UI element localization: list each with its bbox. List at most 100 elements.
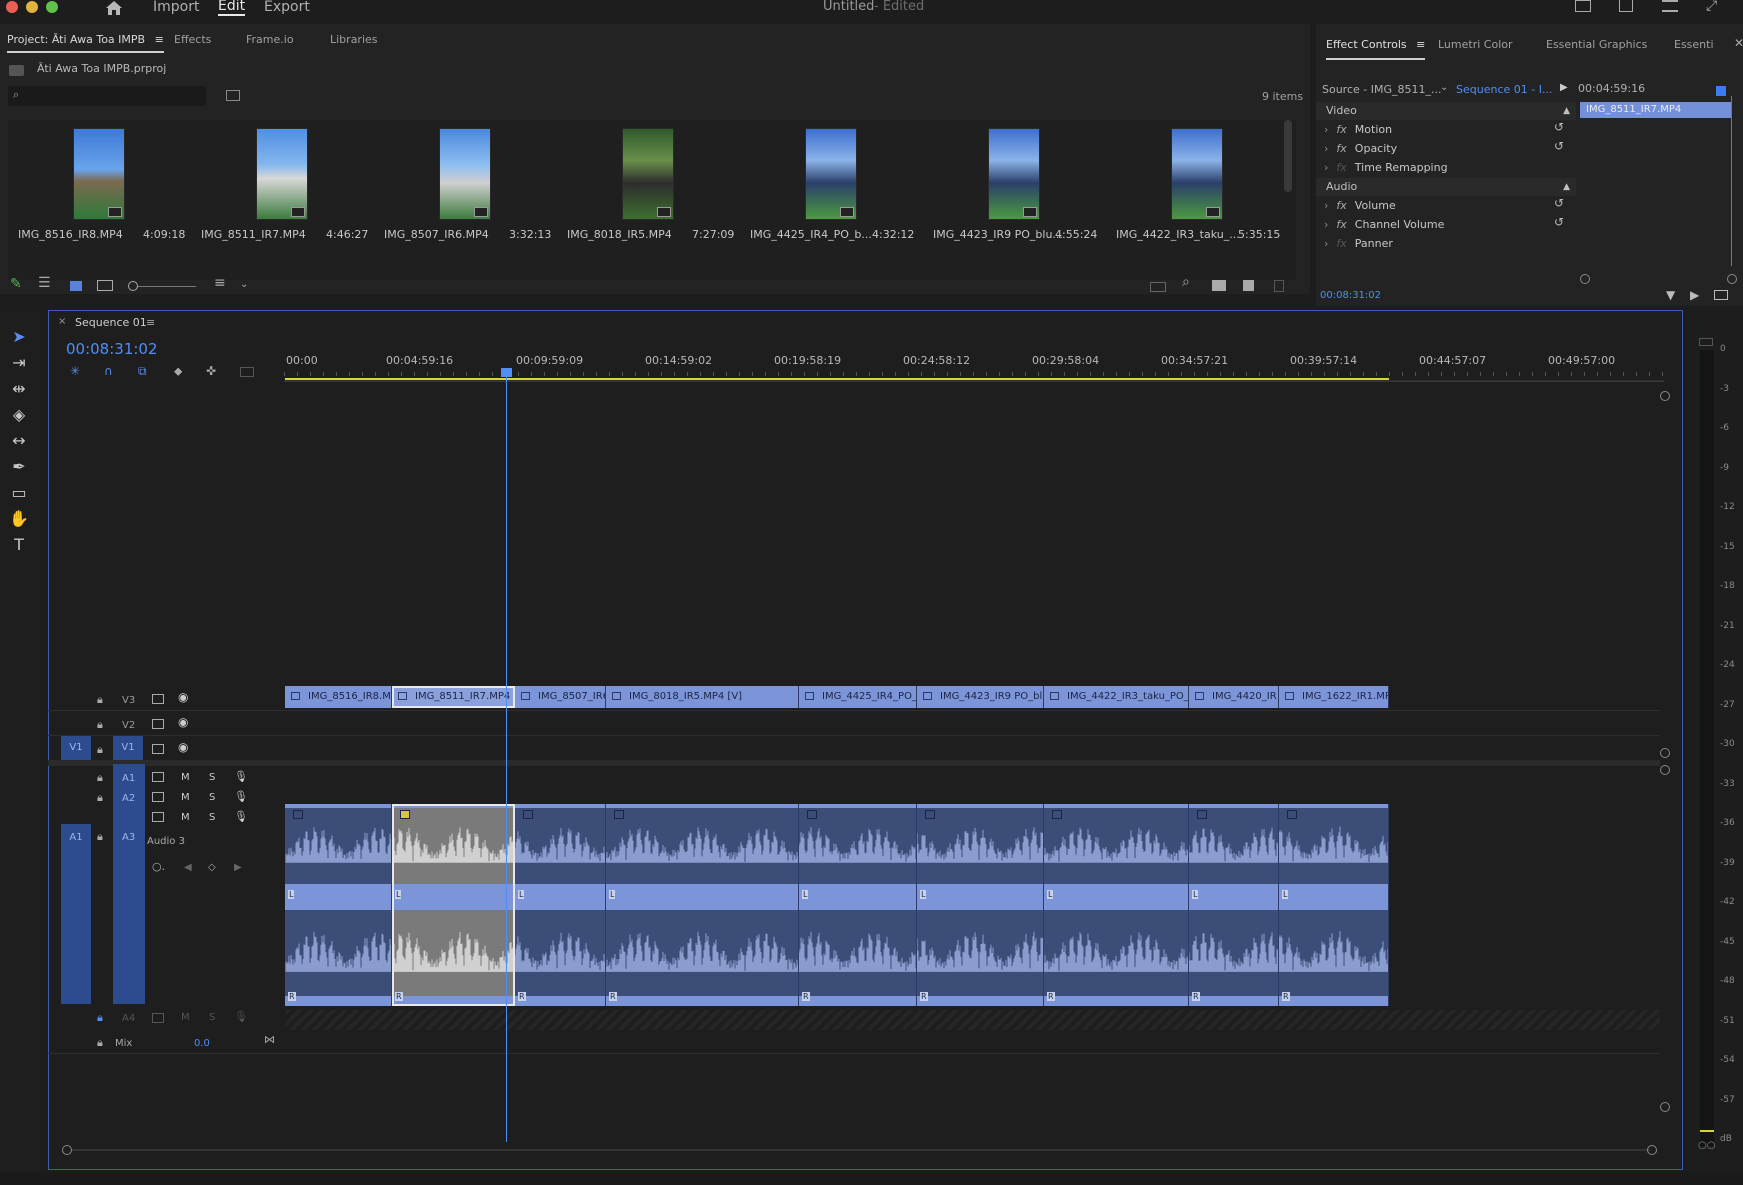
h-scroll-end[interactable] (1647, 1145, 1657, 1155)
video-clip[interactable]: IMG_8516_IR8.MP4 (285, 686, 392, 708)
snap-icon[interactable]: ∩ (104, 364, 113, 378)
minimize-window-button[interactable] (26, 1, 38, 13)
selection-tool-icon[interactable]: ➤ (8, 326, 30, 348)
close-icon[interactable]: ✕ (1734, 36, 1743, 50)
ec-zoom-start[interactable] (1580, 274, 1590, 284)
audio-clip[interactable]: LR (606, 804, 799, 1006)
media-item[interactable]: IMG_8511_IR7.MP4 4:46:27 (199, 128, 383, 268)
marker-icon[interactable]: ⬥ (174, 364, 182, 379)
panel-menu-icon[interactable]: ≡ (146, 316, 155, 329)
eye-icon[interactable]: ◉ (178, 715, 188, 729)
mute-button[interactable]: M (181, 772, 190, 783)
media-item[interactable]: IMG_8516_IR8.MP4 4:09:18 (16, 128, 200, 268)
video-clip[interactable]: IMG_1622_IR1.MP (1279, 686, 1389, 708)
playhead-timecode[interactable]: 00:08:31:02 (66, 340, 158, 358)
grid-scrollbar[interactable] (1284, 120, 1292, 192)
media-item[interactable]: IMG_8507_IR6.MP4 3:32:13 (382, 128, 566, 268)
track-a4-label[interactable]: A4 (122, 1013, 135, 1024)
playhead-handle[interactable] (501, 368, 512, 377)
chevron-right-icon[interactable]: › (1324, 123, 1328, 136)
play-icon[interactable]: ▶ (1560, 82, 1568, 93)
collapse-icon[interactable]: ▲ (1563, 178, 1570, 196)
edit-tab[interactable]: Edit (218, 0, 246, 16)
video-clip[interactable]: IMG_8507_IR6 (515, 686, 606, 708)
solo-button[interactable]: S (209, 792, 215, 803)
source-patch-a1[interactable]: A1 (61, 824, 91, 1004)
track-a1-label[interactable]: A1 (122, 773, 135, 784)
solo-button[interactable]: S (209, 772, 215, 783)
new-item-icon[interactable] (1243, 280, 1254, 291)
tab-project[interactable]: Project: Āti Awa Toa IMPB ≡ (7, 33, 164, 53)
lock-icon[interactable]: 🔒︎ (97, 1036, 103, 1050)
reset-icon[interactable]: ↺ (1554, 139, 1564, 153)
lock-icon[interactable]: 🔒︎ (97, 791, 103, 805)
eye-icon[interactable]: ◉ (178, 740, 188, 754)
rectangle-icon[interactable]: ▭ (8, 482, 30, 504)
fullscreen-icon[interactable]: ⤢ (1706, 0, 1717, 14)
microphone-icon[interactable]: 🎙︎ (234, 790, 248, 803)
ec-playhead[interactable] (1716, 86, 1726, 96)
export-frame-icon[interactable] (1714, 290, 1728, 300)
next-keyframe-icon[interactable]: ▶ (234, 862, 242, 873)
effect-time-remapping[interactable]: › fx Time Remapping (1324, 161, 1448, 174)
icon-view-icon[interactable] (70, 281, 82, 291)
pen-icon[interactable]: ✒ (8, 456, 30, 478)
ec-zoom-end[interactable] (1727, 274, 1737, 284)
new-bin-icon[interactable] (226, 90, 240, 101)
meter-mute-icon[interactable]: ○○ (1698, 1140, 1715, 1151)
type-tool-icon[interactable]: T (8, 534, 30, 556)
effect-volume[interactable]: › fx Volume (1324, 199, 1396, 212)
video-clip[interactable]: IMG_4423_IR9 PO_blu (917, 686, 1044, 708)
search-input[interactable]: ⌕ (8, 86, 206, 106)
ripple-edit-icon[interactable]: ⇹ (8, 378, 30, 400)
sync-lock-icon[interactable] (152, 1013, 164, 1023)
sync-lock-icon[interactable] (152, 812, 164, 822)
captions-icon[interactable] (240, 367, 254, 377)
source-patch-v1[interactable]: V1 (61, 736, 91, 760)
track-v1-label[interactable]: V1 (113, 736, 143, 760)
audio-clip[interactable]: LR (515, 804, 606, 1006)
sort-icon[interactable]: ≡ (214, 275, 226, 291)
reset-icon[interactable]: ↺ (1554, 120, 1564, 134)
chevron-right-icon[interactable]: › (1324, 237, 1328, 250)
play-only-icon[interactable]: ▶ (1690, 288, 1699, 302)
chevron-right-icon[interactable]: › (1324, 142, 1328, 155)
video-clip[interactable]: IMG_4420_IR (1189, 686, 1279, 708)
video-clip[interactable]: IMG_4422_IR3_taku_PO_b (1044, 686, 1189, 708)
add-keyframe-icon[interactable]: ◇ (208, 862, 216, 873)
volume-knob-icon[interactable]: ○. (152, 860, 165, 873)
lock-icon[interactable]: 🔒︎ (97, 743, 103, 757)
microphone-icon[interactable]: 🎙︎ (234, 770, 248, 783)
share-icon[interactable] (1619, 0, 1633, 12)
zoom-slider[interactable] (138, 286, 196, 287)
audio-clip[interactable]: LR (285, 804, 392, 1006)
solo-button[interactable]: S (209, 1012, 215, 1023)
tab-effects[interactable]: Effects (174, 33, 211, 46)
sync-lock-icon[interactable] (152, 792, 164, 802)
razor-icon[interactable]: ◈ (8, 404, 30, 426)
audio-clip[interactable]: LR (1189, 804, 1279, 1006)
eye-icon[interactable]: ◉ (178, 690, 188, 704)
media-item[interactable]: IMG_4425_IR4_PO_b... 4:32:12 (748, 128, 932, 268)
mute-button[interactable]: M (181, 812, 190, 823)
media-item[interactable]: IMG_4422_IR3_taku_... 5:35:15 (1114, 128, 1298, 268)
list-view-icon[interactable]: ☰ (38, 275, 51, 291)
lock-icon[interactable]: 🔒︎ (97, 1011, 103, 1025)
wrench-icon[interactable]: ✜ (206, 364, 216, 378)
hand-icon[interactable]: ✋ (8, 508, 30, 530)
media-item[interactable]: IMG_8018_IR5.MP4 7:27:09 (565, 128, 749, 268)
microphone-icon[interactable]: 🎙︎ (234, 810, 248, 823)
track-select-icon[interactable]: ⇥ (8, 352, 30, 374)
workspaces-icon[interactable] (1575, 0, 1591, 12)
sync-lock-icon[interactable] (152, 719, 164, 729)
lock-icon[interactable]: 🔒︎ (97, 718, 103, 732)
zoom-slider-handle[interactable] (128, 281, 138, 291)
v-scroll-top[interactable] (1660, 391, 1670, 401)
tab-essential-graphics[interactable]: Essential Graphics (1546, 38, 1647, 51)
v-scroll-mid[interactable] (1660, 748, 1670, 758)
a-scroll-bottom[interactable] (1660, 1102, 1670, 1112)
panel-menu-icon[interactable]: ≡ (1416, 38, 1425, 51)
tab-libraries[interactable]: Libraries (330, 33, 378, 46)
close-sequence-icon[interactable]: × (58, 316, 66, 327)
panel-menu-icon[interactable]: ≡ (155, 33, 164, 46)
